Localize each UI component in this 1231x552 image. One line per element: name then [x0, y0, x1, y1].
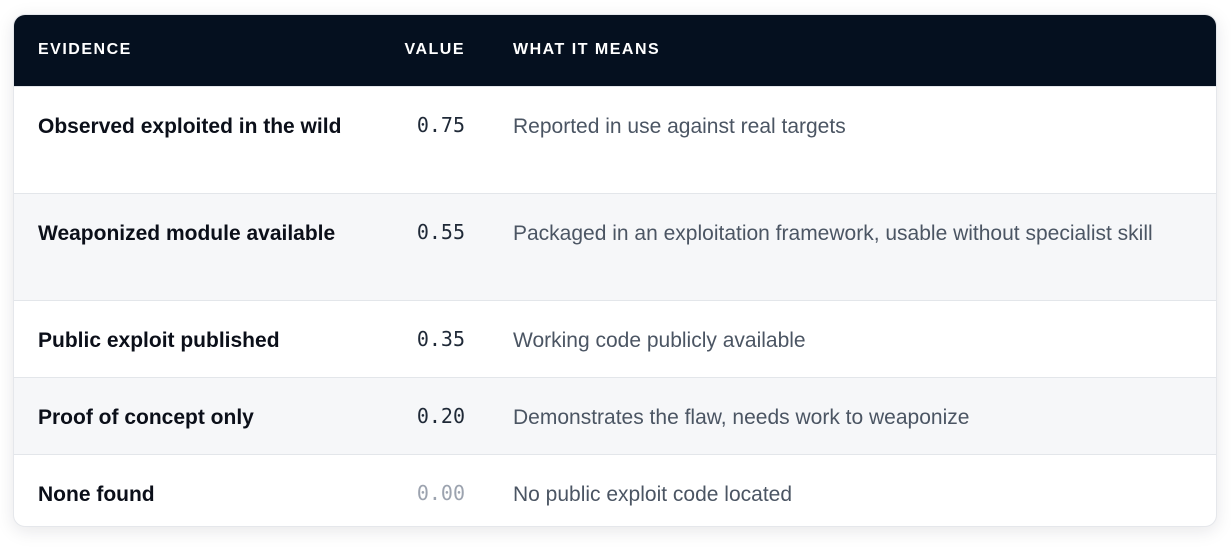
table-body: Observed exploited in the wild 0.75 Repo…: [14, 86, 1216, 526]
value-cell: 0.35: [416, 326, 465, 351]
value-cell: 0.55: [416, 219, 465, 244]
value-cell: 0.20: [416, 403, 465, 428]
header-meaning: WHAT IT MEANS: [513, 41, 661, 59]
table-row: Weaponized module available 0.55 Package…: [14, 193, 1216, 300]
evidence-cell: None found: [38, 482, 155, 506]
table-row: None found 0.00 No public exploit code l…: [14, 454, 1216, 526]
table-row: Observed exploited in the wild 0.75 Repo…: [14, 86, 1216, 193]
meaning-cell: No public exploit code located: [513, 482, 793, 506]
evidence-cell: Weaponized module available: [38, 221, 336, 245]
value-cell: 0.75: [416, 112, 465, 137]
table-header: EVIDENCE VALUE WHAT IT MEANS: [14, 15, 1216, 86]
header-row: EVIDENCE VALUE WHAT IT MEANS: [14, 15, 1216, 86]
evidence-cell: Observed exploited in the wild: [38, 114, 342, 138]
header-evidence: EVIDENCE: [38, 41, 132, 59]
meaning-cell: Working code publicly available: [513, 328, 806, 352]
table-row: Proof of concept only 0.20 Demonstrates …: [14, 377, 1216, 454]
evidence-cell: Proof of concept only: [38, 405, 254, 429]
value-cell: 0.00: [416, 480, 465, 505]
table-row: Public exploit published 0.35 Working co…: [14, 300, 1216, 377]
evidence-cell: Public exploit published: [38, 328, 280, 352]
meaning-cell: Packaged in an exploitation framework, u…: [513, 221, 1153, 245]
header-value: VALUE: [404, 41, 465, 59]
evidence-table: EVIDENCE VALUE WHAT IT MEANS Observed ex…: [14, 15, 1216, 526]
evidence-table-card: EVIDENCE VALUE WHAT IT MEANS Observed ex…: [13, 14, 1217, 527]
meaning-cell: Demonstrates the flaw, needs work to wea…: [513, 405, 970, 429]
meaning-cell: Reported in use against real targets: [513, 114, 846, 138]
